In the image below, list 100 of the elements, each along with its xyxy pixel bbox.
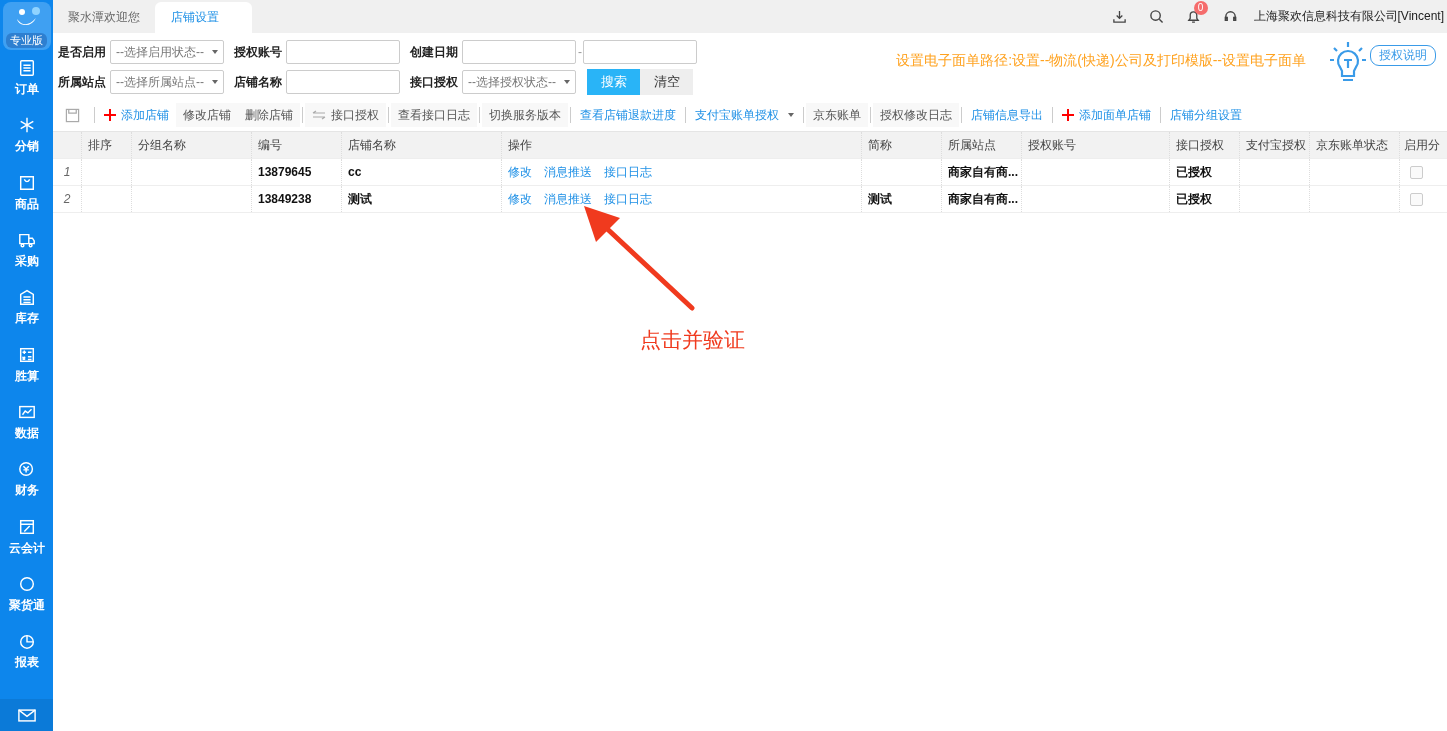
end-date-field[interactable] <box>583 40 697 64</box>
bell-icon[interactable] <box>1185 9 1201 24</box>
sidebar-item[interactable]: 财务 <box>14 451 39 509</box>
yen-icon <box>17 460 36 479</box>
save-icon[interactable] <box>65 107 80 123</box>
start-date-field[interactable] <box>462 40 576 64</box>
table-cell: 13849238 <box>258 192 312 206</box>
caret-icon <box>788 113 794 117</box>
range-separator: - <box>577 45 583 59</box>
input-field[interactable] <box>286 40 400 64</box>
table-cell: 商家自有商... <box>948 163 1018 181</box>
column-header: 排序 <box>82 132 132 158</box>
sidebar-item[interactable]: 报表 <box>14 622 39 681</box>
filter-label: 创建日期 <box>410 43 459 61</box>
sidebar-item[interactable]: 商品 <box>14 164 39 222</box>
select-field[interactable]: --选择启用状态-- <box>110 40 224 64</box>
filter-label: 所属站点 <box>58 73 107 91</box>
headset-icon[interactable] <box>1222 9 1238 24</box>
sidebar-item[interactable]: 胜算 <box>14 336 39 394</box>
annotation-text: 点击并验证 <box>640 327 745 353</box>
row-number: 2 <box>53 186 82 212</box>
caret-icon <box>212 50 218 54</box>
select-field[interactable]: --选择授权状态-- <box>462 70 576 94</box>
sidebar-item[interactable]: 聚货通 <box>8 565 45 623</box>
column-header: 简称 <box>862 132 942 158</box>
toolbar-button[interactable]: 添加面单店铺 <box>1055 103 1158 127</box>
warehouse-icon <box>17 288 36 307</box>
mail-icon[interactable] <box>17 708 36 722</box>
auth-help-button[interactable]: 授权说明 <box>1370 45 1436 66</box>
toolbar-button[interactable]: 接口授权 <box>305 103 386 127</box>
table-cell: 商家自有商... <box>948 190 1018 208</box>
filter-label: 是否启用 <box>58 43 107 61</box>
toolbar-button[interactable]: 修改店铺 <box>176 103 238 127</box>
toolbar-button[interactable]: 店铺信息导出 <box>964 103 1050 127</box>
toolbar-button[interactable]: 店铺分组设置 <box>1163 103 1249 127</box>
sidebar-item[interactable]: 云会计 <box>8 508 45 566</box>
toolbar-button[interactable]: 添加店铺 <box>97 103 176 127</box>
checkbox[interactable] <box>1410 192 1423 206</box>
toolbar-button[interactable]: 查看店铺退款进度 <box>573 103 683 127</box>
action-link[interactable]: 接口日志 <box>604 163 652 181</box>
filter-label: 店铺名称 <box>234 73 283 91</box>
tab[interactable]: 聚水潭欢迎您 <box>58 2 155 33</box>
calculator-icon <box>17 345 36 364</box>
table-cell: 13879645 <box>258 165 312 179</box>
action-link[interactable]: 消息推送 <box>544 190 592 208</box>
sidebar-item[interactable]: 分销 <box>14 107 39 165</box>
table-cell: cc <box>348 165 362 179</box>
toolbar-button[interactable]: 删除店铺 <box>238 103 300 127</box>
toolbar-button[interactable]: 支付宝账单授权 <box>688 103 801 127</box>
caret-icon <box>212 80 218 84</box>
filter-label: 授权账号 <box>234 43 283 61</box>
toolbar-button[interactable]: 京东账单 <box>806 103 868 127</box>
select-field[interactable]: --选择所属站点-- <box>110 70 224 94</box>
column-header: 接口授权 <box>1170 132 1240 158</box>
user-menu[interactable]: 上海聚欢信息科技有限公司[Vincent] <box>1253 8 1444 25</box>
column-header: 支付宝授权 <box>1240 132 1310 158</box>
clear-button[interactable]: 清空 <box>640 69 693 95</box>
column-header: 操作 <box>502 132 862 158</box>
plus-icon <box>1062 109 1074 121</box>
edition-badge: 专业版 <box>6 33 47 48</box>
notification-count: 0 <box>1193 1 1208 15</box>
column-header: 授权账号 <box>1022 132 1170 158</box>
input-field[interactable] <box>286 70 400 94</box>
download-icon[interactable] <box>1111 9 1127 24</box>
toolbar-button[interactable]: 查看接口日志 <box>391 103 477 127</box>
search-icon[interactable] <box>1148 9 1164 24</box>
sidebar-item[interactable]: 采购 <box>14 221 39 280</box>
filter-label: 接口授权 <box>410 73 459 91</box>
truck-icon <box>17 231 36 250</box>
column-header: 京东账单状态 <box>1310 132 1400 158</box>
app-logo[interactable]: 专业版 <box>2 2 51 50</box>
table-cell: 测试 <box>348 190 372 208</box>
sidebar-item[interactable]: 数据 <box>14 393 39 452</box>
list-icon <box>17 59 36 78</box>
bag-icon <box>17 173 36 192</box>
action-link[interactable]: 接口日志 <box>604 190 652 208</box>
column-header: 编号 <box>252 132 342 158</box>
action-link[interactable]: 修改 <box>508 163 532 181</box>
lightbulb-icon <box>1328 40 1368 84</box>
notice-text: 设置电子面单路径:设置--物流(快递)公司及打印模版--设置电子面单 <box>896 52 1306 70</box>
circle-icon <box>17 574 36 593</box>
search-button[interactable]: 搜索 <box>587 69 640 95</box>
action-link[interactable]: 消息推送 <box>544 163 592 181</box>
sidebar-item[interactable]: 订单 <box>14 50 39 108</box>
column-header: 所属站点 <box>942 132 1022 158</box>
table-cell: 已授权 <box>1176 190 1212 208</box>
sidebar-item[interactable]: 库存 <box>14 279 39 337</box>
swap-arrows-icon <box>312 110 326 120</box>
pie-icon <box>17 632 36 651</box>
table-cell: 测试 <box>868 190 892 208</box>
checkbox[interactable] <box>1410 165 1423 179</box>
action-link[interactable]: 修改 <box>508 190 532 208</box>
column-header: 启用分 <box>1400 132 1447 158</box>
table-cell: 已授权 <box>1176 163 1212 181</box>
column-header: 店铺名称 <box>342 132 502 158</box>
column-header: 分组名称 <box>132 132 252 158</box>
toolbar-button[interactable]: 切换服务版本 <box>482 103 568 127</box>
toolbar-button[interactable]: 授权修改日志 <box>873 103 959 127</box>
row-number: 1 <box>53 159 82 185</box>
tab[interactable]: 店铺设置 <box>155 2 252 33</box>
